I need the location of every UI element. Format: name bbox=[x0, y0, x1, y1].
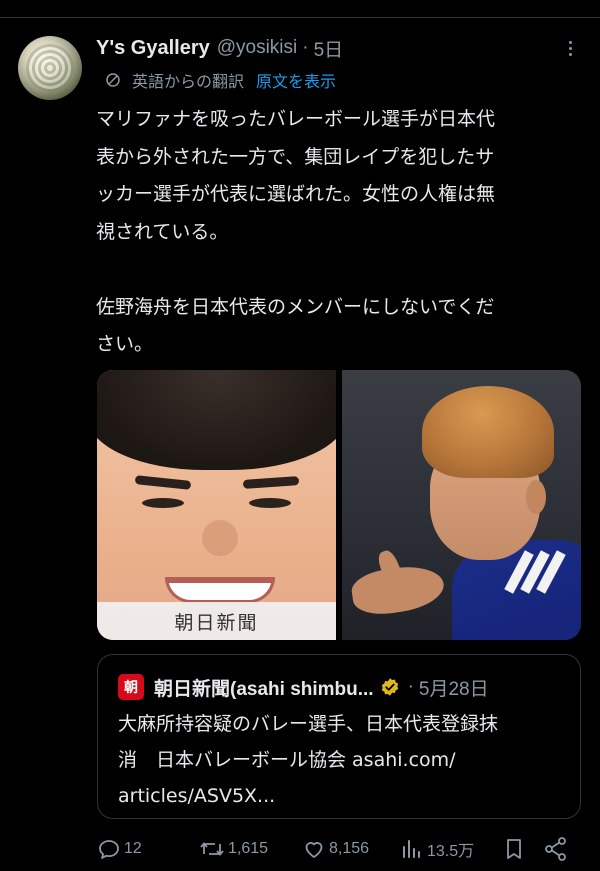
player-ear bbox=[526, 480, 546, 514]
media-image-right[interactable] bbox=[342, 370, 581, 640]
post-text-line: ッカー選手が代表に選ばれた。女性の人権は無 bbox=[96, 183, 496, 205]
quoted-post[interactable]: 朝 朝日新聞(asahi shimbu... · 5月28日 大麻所持容疑のバレ… bbox=[97, 654, 581, 819]
media-image-left[interactable]: 朝日新聞 bbox=[97, 370, 336, 640]
face-mouth bbox=[165, 577, 275, 603]
post-text-line: 視されている。 bbox=[96, 220, 229, 243]
share-icon bbox=[545, 837, 566, 861]
show-original-link[interactable]: 原文を表示 bbox=[256, 68, 336, 92]
image-watermark: 朝日新聞 bbox=[97, 602, 336, 640]
like-icon bbox=[305, 842, 323, 858]
verified-badge-icon bbox=[381, 678, 398, 696]
quoted-text-line: 大麻所持容疑のバレー選手、日本代表登録抹 bbox=[118, 713, 499, 735]
repost-icon bbox=[200, 842, 224, 856]
more-icon[interactable] bbox=[560, 36, 580, 60]
repost-button[interactable]: 1,615 bbox=[199, 834, 268, 864]
quoted-post-text: 大麻所持容疑のバレー選手、日本代表登録抹 消 日本バレーボール協会 asahi.… bbox=[118, 706, 568, 814]
post-time[interactable]: 5日 bbox=[314, 35, 344, 62]
bookmark-icon bbox=[507, 839, 521, 859]
avatar[interactable] bbox=[18, 36, 82, 100]
views-count: 13.5万 bbox=[427, 843, 475, 860]
action-bar: 12 1,615 8,156 13.5万 bbox=[97, 834, 573, 864]
bookmark-button[interactable] bbox=[503, 834, 525, 864]
face-eye bbox=[249, 498, 291, 508]
translation-row: 英語からの翻訳 原文を表示 bbox=[104, 67, 336, 93]
like-button[interactable]: 8,156 bbox=[302, 834, 369, 864]
quoted-text-line: articles/ASV5X... bbox=[118, 785, 276, 807]
quoted-post-header: 朝 朝日新聞(asahi shimbu... · 5月28日 bbox=[118, 673, 489, 701]
post-text-line: 佐野海舟を日本代表のメンバーにしないでくだ bbox=[96, 295, 495, 318]
translate-icon bbox=[106, 73, 120, 87]
face-nose bbox=[202, 520, 238, 556]
reply-icon bbox=[99, 840, 119, 859]
top-divider bbox=[0, 0, 600, 18]
media-grid: 朝日新聞 bbox=[97, 370, 581, 640]
post-text-line: さい。 bbox=[96, 333, 154, 355]
quoted-post-time[interactable]: 5月28日 bbox=[419, 674, 489, 701]
reply-button[interactable]: 12 bbox=[97, 834, 142, 864]
post-text-line: 表から外された一方で、集団レイプを犯したサ bbox=[96, 145, 495, 168]
views-button[interactable]: 13.5万 bbox=[400, 834, 474, 864]
translation-label: 英語からの翻訳 bbox=[132, 72, 245, 91]
post-text-line: マリファナを吸ったバレーボール選手が日本代 bbox=[96, 108, 496, 130]
user-handle[interactable]: @yosikisi bbox=[217, 37, 298, 59]
face-eye bbox=[142, 498, 184, 508]
separator-dot: · bbox=[407, 676, 414, 697]
post-header: Y's Gyallery @yosikisi · 5日 bbox=[96, 33, 343, 63]
reply-count: 12 bbox=[124, 840, 142, 857]
face-hair bbox=[97, 370, 336, 470]
repost-count: 1,615 bbox=[228, 840, 269, 857]
asahi-logo: 朝 bbox=[118, 674, 144, 700]
display-name[interactable]: Y's Gyallery bbox=[96, 37, 210, 60]
post-text: マリファナを吸ったバレーボール選手が日本代 表から外された一方で、集団レイプを犯… bbox=[96, 101, 580, 364]
separator-dot: · bbox=[302, 37, 309, 58]
player-hair bbox=[422, 386, 554, 478]
share-button[interactable] bbox=[543, 834, 569, 864]
quoted-text-line: 消 日本バレーボール協会 asahi.com/ bbox=[118, 749, 456, 771]
views-icon bbox=[403, 840, 420, 858]
like-count: 8,156 bbox=[329, 840, 370, 857]
quoted-display-name[interactable]: 朝日新聞(asahi shimbu... bbox=[154, 674, 374, 701]
